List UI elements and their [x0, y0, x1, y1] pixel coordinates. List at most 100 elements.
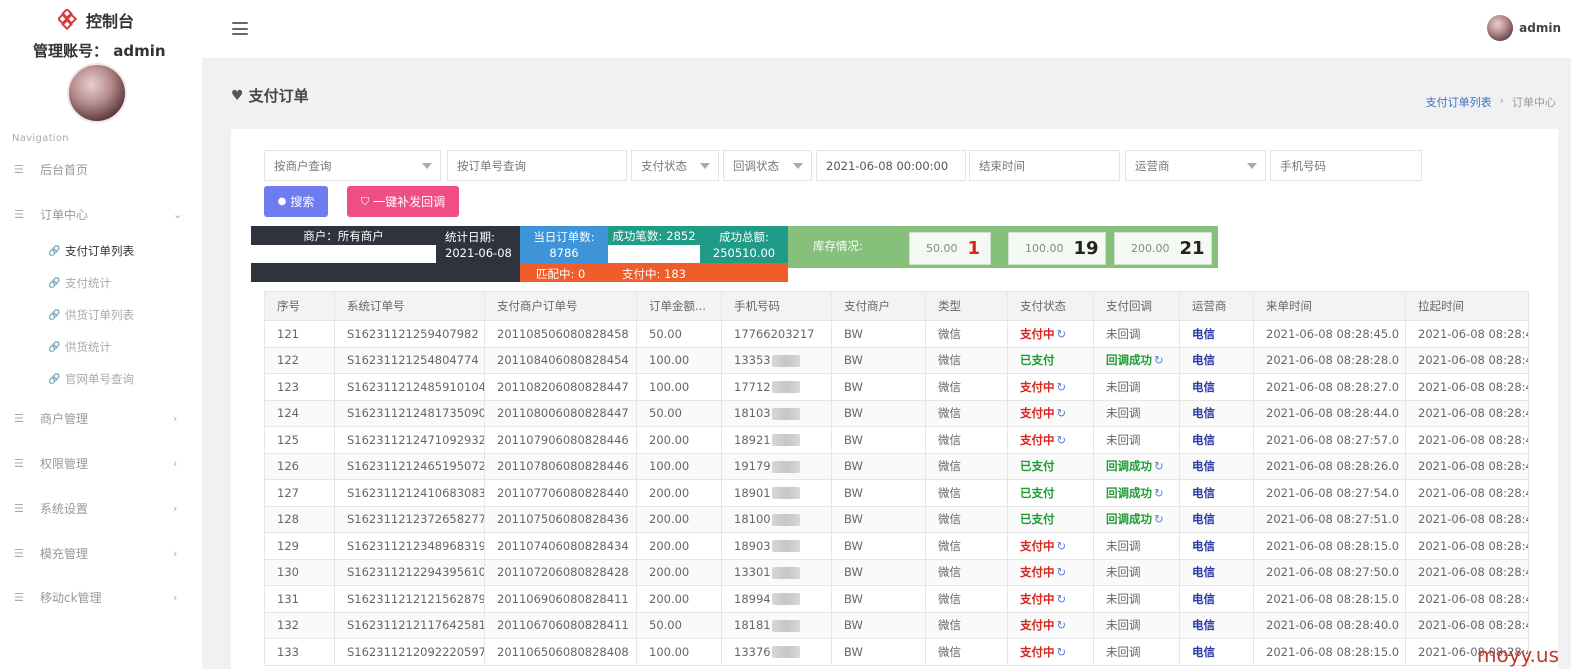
refresh-icon[interactable]: ↻ [1057, 406, 1067, 420]
column-header[interactable]: 支付商户 [831, 291, 926, 321]
cell-sys: S16231121248591010498 [334, 373, 485, 401]
order-number-placeholder: 按订单号查询 [457, 158, 526, 173]
end-time-input[interactable]: 结束时间 [969, 150, 1120, 181]
refresh-icon[interactable]: ↻ [1057, 645, 1067, 659]
column-header[interactable]: 支付回调 [1093, 291, 1180, 321]
sidebar-subitem-pay-order-list[interactable]: 🔗 支付订单列表 [0, 240, 202, 262]
table-row[interactable]: 127 S16231121241068308308 2011077060808284… [264, 479, 1529, 507]
sidebar-item-orders[interactable]: ☰ 订单中心 ⌄ [0, 202, 202, 226]
cell-callback: 未回调 [1093, 558, 1180, 586]
inventory-denomination: 200.00 [1131, 242, 1170, 255]
sidebar-item-permissions[interactable]: ☰ 权限管理 › [0, 451, 202, 475]
cell-callback-text: 未回调 [1106, 326, 1141, 341]
table-row[interactable]: 125 S16231121247109293217 2011079060808284… [264, 426, 1529, 454]
success-count-value: 2852 [666, 228, 696, 243]
cell-sys: S16231121209222059700 [334, 638, 485, 666]
dropdown-caret-icon [422, 163, 432, 169]
refresh-icon[interactable]: ↻ [1057, 327, 1067, 341]
callback-status-select[interactable]: 回调状态 [723, 150, 812, 181]
batch-callback-button[interactable]: ⛉ 一键补发回调 [347, 186, 459, 217]
refresh-icon[interactable]: ↻ [1154, 459, 1164, 473]
refresh-icon[interactable]: ↻ [1057, 539, 1067, 553]
orders-table-body: 121 S16231121259407982 201108506080828458 5… [264, 320, 1529, 666]
refresh-icon[interactable]: ↻ [1057, 618, 1067, 632]
cell-id: 129 [264, 532, 335, 560]
refresh-icon[interactable]: ↻ [1154, 486, 1164, 500]
sidebar-subitem-pay-stats[interactable]: 🔗 支付统计 [0, 272, 202, 294]
sidebar-avatar[interactable] [67, 63, 127, 123]
cell-operator: 电信 [1179, 532, 1254, 560]
cell-status-text: 支付中 [1020, 618, 1055, 633]
sidebar-subitem-supply-order-list[interactable]: 🔗 供货订单列表 [0, 304, 202, 326]
table-row[interactable]: 132 S16231121211764258194 2011067060808284… [264, 611, 1529, 639]
table-row[interactable]: 130 S16231121229439561081 2011072060808284… [264, 558, 1529, 586]
start-time-input[interactable]: 2021-06-08 00:00:00 [816, 150, 966, 181]
table-row[interactable]: 131 S16231121212156287939 2011069060808284… [264, 585, 1529, 613]
cell-phone-text: 18100 [734, 512, 771, 527]
table-row[interactable]: 133 S16231121209222059700 2011065060808284… [264, 638, 1529, 666]
refresh-icon[interactable]: ↻ [1057, 380, 1067, 394]
table-row[interactable]: 128 S16231121237265827700 2011075060808284… [264, 505, 1529, 533]
column-header[interactable]: 来单时间 [1253, 291, 1406, 321]
merchant-select[interactable]: 按商户查询 [264, 150, 441, 181]
dropdown-caret-icon [700, 163, 710, 169]
sidebar-item-merchants[interactable]: ☰ 商户管理 › [0, 406, 202, 430]
column-header[interactable]: 拉起时间 [1405, 291, 1529, 321]
refresh-icon[interactable]: ↻ [1154, 353, 1164, 367]
cell-mch-text: 201107906080828446 [497, 432, 629, 447]
search-button[interactable]: ● 搜索 [264, 186, 328, 217]
sidebar-subitem-official-order-lookup[interactable]: 🔗 官网单号查询 [0, 368, 202, 390]
cell-amount-text: 200.00 [649, 565, 690, 580]
cell-phone: 18921 [721, 426, 832, 454]
brand[interactable]: 控制台 [58, 8, 134, 32]
column-header[interactable]: 支付商户订单号 [484, 291, 637, 321]
column-header[interactable]: 支付状态 [1007, 291, 1094, 321]
table-row[interactable]: 122 S16231121254804774 201108406080828454 1… [264, 346, 1529, 374]
cell-phone: 18181 [721, 611, 832, 639]
table-row[interactable]: 123 S16231121248591010498 2011082060808284… [264, 373, 1529, 401]
cell-operator: 电信 [1179, 611, 1254, 639]
user-menu[interactable]: admin [1487, 15, 1561, 41]
column-header[interactable]: 运营商 [1179, 291, 1254, 321]
cell-operator-text: 电信 [1192, 406, 1215, 421]
sidebar-item-mobile-ck[interactable]: ☰ 移动ck管理 › [0, 585, 202, 609]
sidebar-subitem-supply-stats[interactable]: 🔗 供货统计 [0, 336, 202, 358]
column-header[interactable]: 订单金额... [636, 291, 722, 321]
column-header[interactable]: 手机号码 [721, 291, 832, 321]
sidebar-item-recharge[interactable]: ☰ 模充管理 › [0, 541, 202, 565]
operator-select[interactable]: 运营商 [1125, 150, 1266, 181]
breadcrumb-link[interactable]: 支付订单列表 [1426, 94, 1492, 110]
column-header[interactable]: 序号 [264, 291, 335, 321]
cell-status-text: 已支付 [1020, 353, 1055, 368]
table-row[interactable]: 129 S16231121234896831919 2011074060808284… [264, 532, 1529, 560]
cell-merchant-text: BW [844, 565, 863, 580]
refresh-icon[interactable]: ↻ [1154, 512, 1164, 526]
table-row[interactable]: 126 S16231121246519507251 2011078060808284… [264, 452, 1529, 480]
cell-pulled: 2021-06-08 08:28:45.0 [1405, 452, 1529, 480]
cell-sys: S16231121248173509066 [334, 399, 485, 427]
pay-status-select[interactable]: 支付状态 [631, 150, 719, 181]
column-header[interactable]: 类型 [925, 291, 1008, 321]
refresh-icon[interactable]: ↻ [1057, 565, 1067, 579]
table-row[interactable]: 121 S16231121259407982 201108506080828458 5… [264, 320, 1529, 348]
cell-callback-text: 未回调 [1106, 644, 1141, 659]
refresh-icon[interactable]: ↻ [1057, 592, 1067, 606]
cell-status: 支付中 ↻ [1007, 532, 1094, 560]
refresh-icon[interactable]: ↻ [1057, 433, 1067, 447]
cell-amount-text: 100.00 [649, 379, 690, 394]
phone-input[interactable]: 手机号码 [1270, 150, 1422, 181]
cell-status-text: 支付中 [1020, 565, 1055, 580]
cell-phone-text: 13376 [734, 644, 771, 659]
sidebar-item-dashboard[interactable]: ☰ 后台首页 [0, 157, 202, 181]
column-header[interactable]: 系统订单号 [334, 291, 485, 321]
menu-toggle-icon[interactable] [232, 22, 248, 35]
heart-icon: ♥ [231, 87, 244, 104]
breadcrumb: 支付订单列表 › 订单中心 [1426, 94, 1556, 110]
cell-id-text: 121 [277, 326, 299, 341]
cell-mch: 201107906080828446 [484, 426, 637, 454]
order-number-input[interactable]: 按订单号查询 [447, 150, 627, 181]
cell-created: 2021-06-08 08:28:44.0 [1253, 399, 1406, 427]
table-row[interactable]: 124 S16231121248173509066 2011080060808284… [264, 399, 1529, 427]
sidebar-item-settings[interactable]: ☰ 系统设置 › [0, 496, 202, 520]
sidebar-item-label: 订单中心 [40, 207, 89, 222]
